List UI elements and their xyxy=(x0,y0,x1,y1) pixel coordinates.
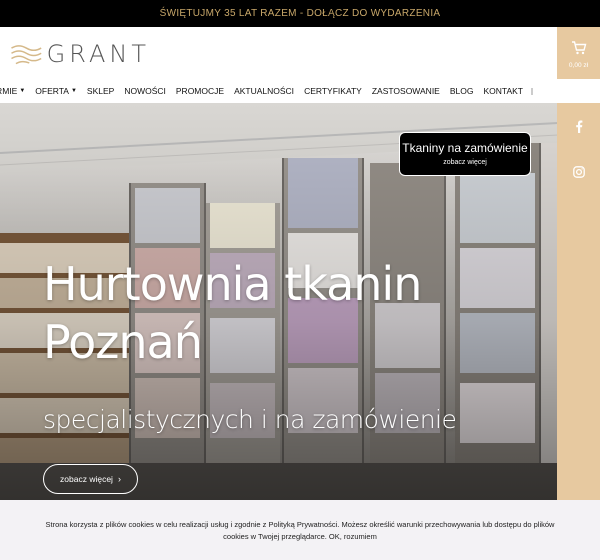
cookie-banner: Strona korzysta z plików cookies w celu … xyxy=(0,500,600,560)
announcement-bar[interactable]: ŚWIĘTUJMY 35 LAT RAZEM - DOŁĄCZ DO WYDAR… xyxy=(0,0,600,27)
instagram-link[interactable] xyxy=(557,149,600,195)
caret-down-icon: ▼ xyxy=(19,88,26,94)
nav-item-nowosci[interactable]: NOWOŚCI xyxy=(119,86,171,96)
chevron-right-icon: › xyxy=(117,474,121,484)
nav-item-sklep[interactable]: SKLEP xyxy=(82,86,119,96)
nav-item-promocje[interactable]: PROMOCJE xyxy=(171,86,229,96)
nav-item-o-firmie[interactable]: O FIRMIE▼ xyxy=(0,86,30,96)
site-header: GRANT O FIRMIE▼ OFERTA▼ SKLEP NOWOŚCI PR… xyxy=(0,27,600,103)
logo-text: GRANT xyxy=(46,40,150,68)
nav-item-certyfikaty[interactable]: CERTYFIKATY xyxy=(299,86,367,96)
cart-icon xyxy=(571,41,586,55)
hero-subtitle: specjalistycznych i na zamówienie xyxy=(43,405,457,434)
instagram-icon xyxy=(572,166,585,178)
cart-amount: 0,00 zł xyxy=(568,62,589,69)
main-nav: O FIRMIE▼ OFERTA▼ SKLEP NOWOŚCI PROMOCJE… xyxy=(0,82,556,100)
facebook-icon xyxy=(575,120,582,133)
nav-item-blog[interactable]: BLOG xyxy=(445,86,479,96)
nav-item-kontakt[interactable]: KONTAKT xyxy=(478,86,528,96)
custom-fabrics-title: Tkaniny na zamówienie xyxy=(402,141,528,155)
nav-item-zastosowanie[interactable]: ZASTOSOWANIE xyxy=(367,86,445,96)
nav-item-oferta[interactable]: OFERTA ▼ xyxy=(30,86,82,96)
custom-fabrics-link[interactable]: zobacz więcej xyxy=(400,159,530,166)
cookie-text[interactable]: Strona korzysta z plików cookies w celu … xyxy=(46,520,555,541)
page: ŚWIĘTUJMY 35 LAT RAZEM - DOŁĄCZ DO WYDAR… xyxy=(0,0,600,560)
nav-item-aktualnosci[interactable]: AKTUALNOŚCI xyxy=(229,86,299,96)
facebook-link[interactable] xyxy=(557,103,600,149)
caret-down-icon: ▼ xyxy=(70,88,77,94)
hero-title: Hurtownia tkanin Poznań xyxy=(43,257,422,369)
cart-button[interactable]: 0,00 zł xyxy=(557,27,600,79)
custom-fabrics-card[interactable]: Tkaniny na zamówienie zobacz więcej xyxy=(399,132,531,176)
logo-waves-icon xyxy=(11,45,42,65)
announcement-text[interactable]: ŚWIĘTUJMY 35 LAT RAZEM - DOŁĄCZ DO WYDAR… xyxy=(160,8,441,19)
flag-pl-icon[interactable] xyxy=(531,87,533,95)
hero-banner: Tkaniny na zamówienie zobacz więcej Hurt… xyxy=(0,103,558,500)
hero-see-more-button[interactable]: zobacz więcej › xyxy=(43,464,138,494)
logo[interactable]: GRANT xyxy=(10,37,150,71)
social-sidebar xyxy=(557,103,600,500)
